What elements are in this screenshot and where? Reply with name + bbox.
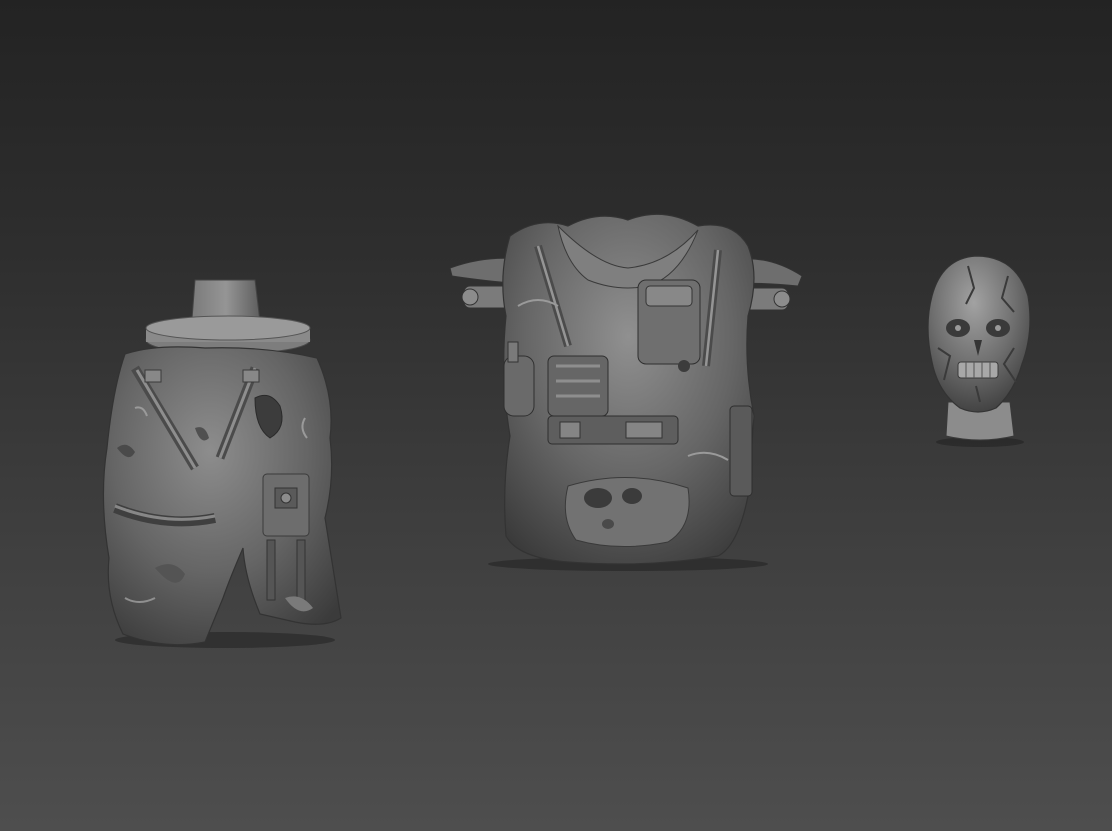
- legs-sculpt[interactable]: [95, 278, 350, 650]
- head-sculpt[interactable]: [918, 252, 1036, 448]
- torso-vest-sculpt[interactable]: [448, 206, 804, 572]
- sculpt-viewport[interactable]: [0, 0, 1112, 831]
